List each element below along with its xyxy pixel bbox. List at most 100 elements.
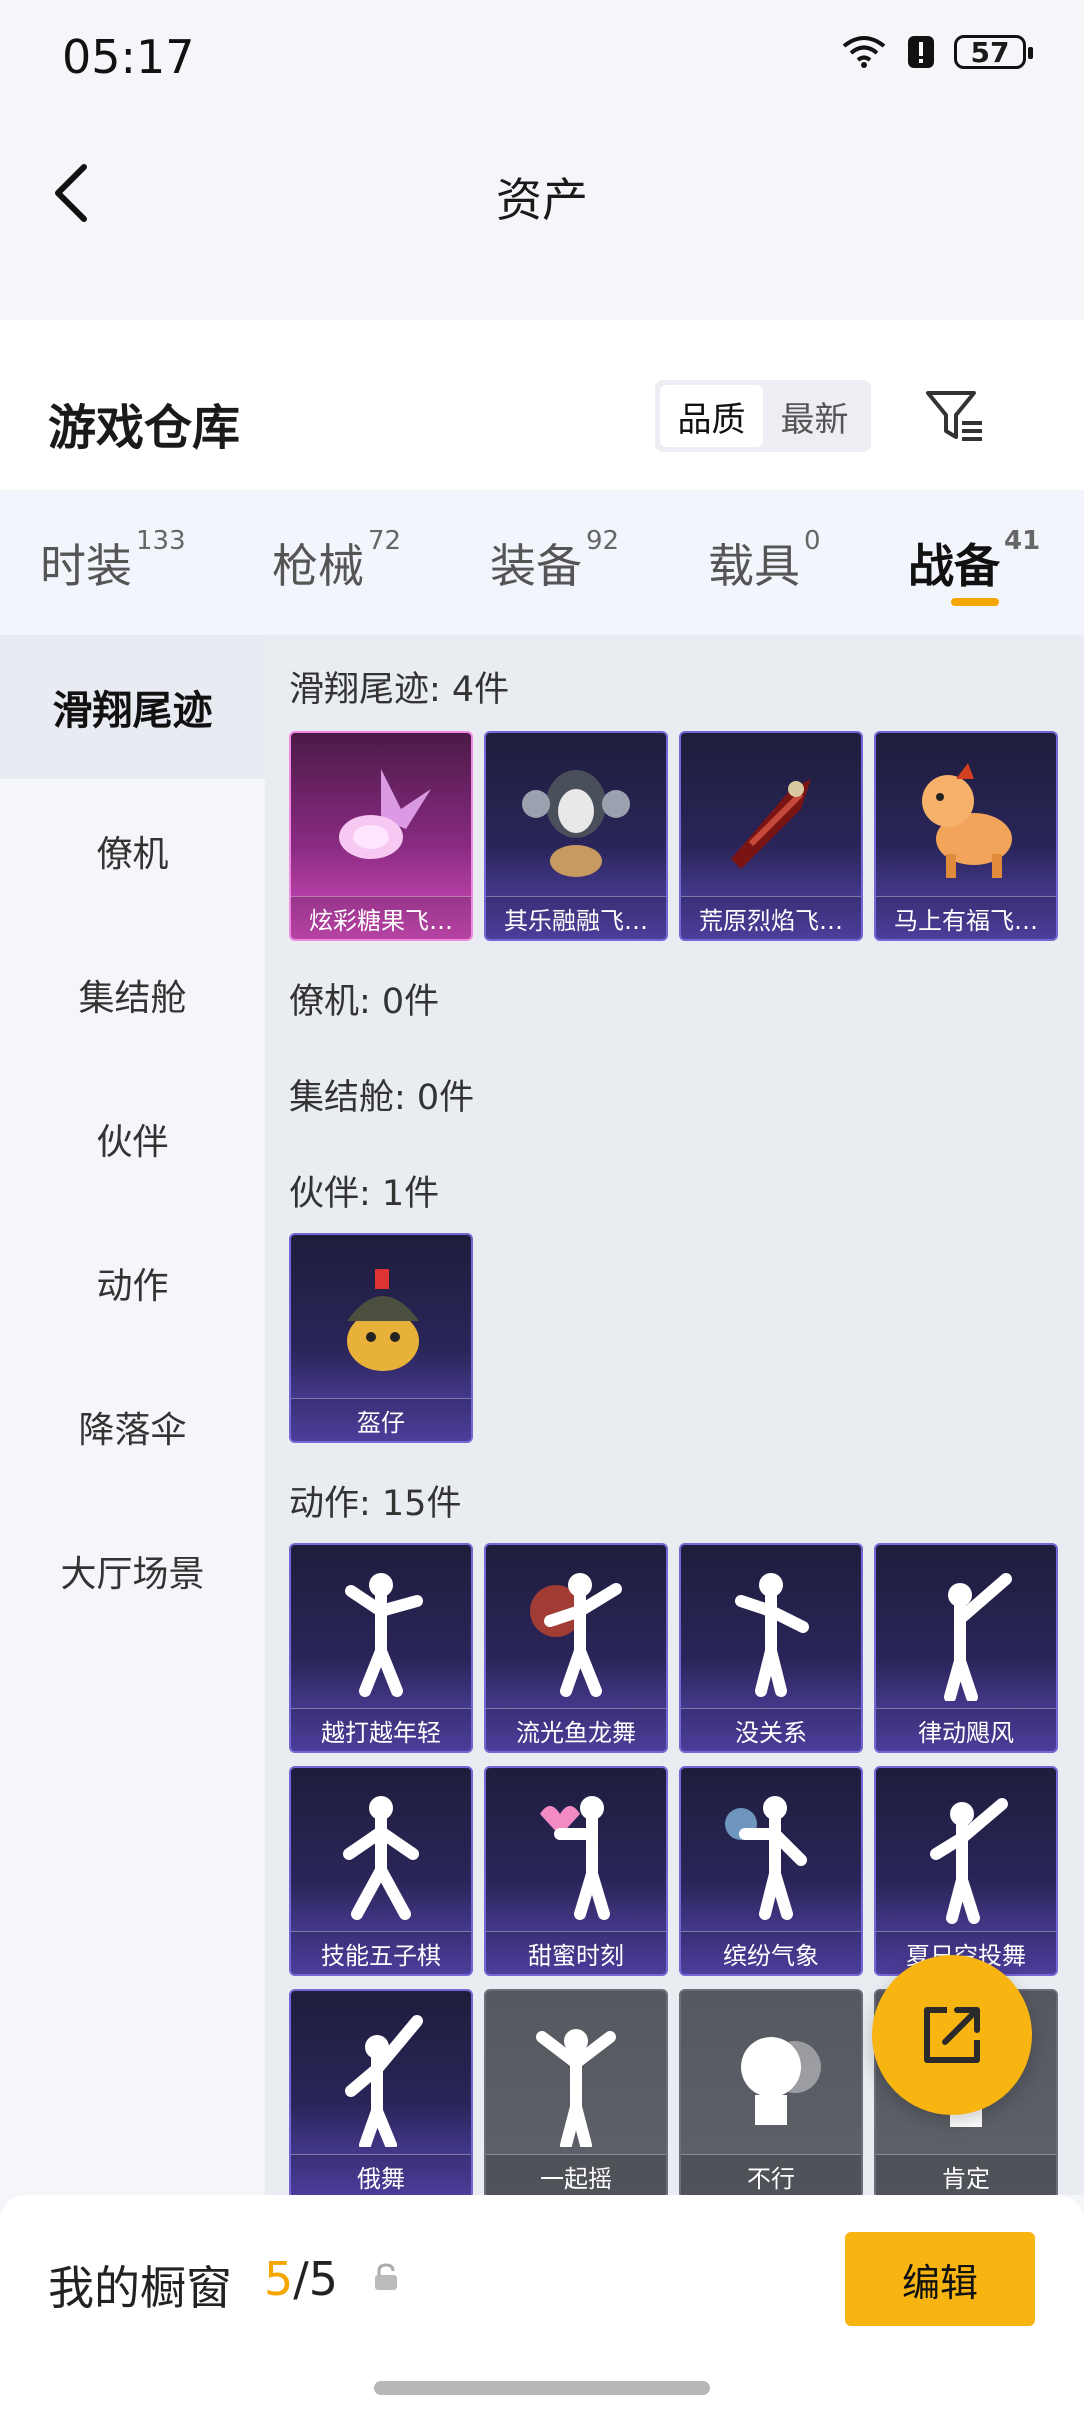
sort-newest-option[interactable]: 最新 <box>763 385 866 447</box>
item-name: 炫彩糖果飞… <box>309 906 453 935</box>
item-name: 技能五子棋 <box>321 1941 441 1970</box>
sidebar-item-rally-pod[interactable]: 集结舱 <box>0 923 265 1067</box>
item-card[interactable]: 技能五子棋 <box>289 1766 473 1976</box>
head-shake-art-icon <box>681 1997 861 2157</box>
share-button[interactable] <box>872 1955 1032 2115</box>
dancer-art-icon <box>486 1551 666 1711</box>
tab-count: 133 <box>136 526 186 556</box>
sidebar-item-partner[interactable]: 伙伴 <box>0 1067 265 1211</box>
flame-wing-art-icon <box>681 739 861 899</box>
sidebar-item-wingman[interactable]: 僚机 <box>0 779 265 923</box>
showcase-count: 5/5 <box>264 2252 338 2306</box>
edit-button[interactable]: 编辑 <box>845 2232 1035 2326</box>
dancer-art-icon <box>291 1551 471 1711</box>
helmet-chick-art-icon <box>291 1241 471 1401</box>
tab-count: 41 <box>1004 526 1041 556</box>
dancer-art-icon <box>291 1997 471 2157</box>
item-name: 不行 <box>747 2164 795 2193</box>
item-card[interactable]: 俄舞 <box>289 1989 473 2195</box>
sort-quality-option[interactable]: 品质 <box>660 385 763 447</box>
item-card[interactable]: 律动飓风 <box>874 1543 1058 1753</box>
section-header-wingman: 僚机: 0件 <box>289 982 440 1022</box>
battery-icon: 57 <box>954 35 1033 69</box>
item-card[interactable]: 甜蜜时刻 <box>484 1766 668 1976</box>
item-card[interactable]: 盔仔 <box>289 1233 473 1443</box>
item-name: 肯定 <box>942 2164 990 2193</box>
dancer-art-icon <box>681 1551 861 1711</box>
tab-fashion[interactable]: 时装 133 <box>40 526 186 596</box>
section-header-partner: 伙伴: 1件 <box>289 1174 440 1214</box>
tab-label: 时装 <box>40 539 132 593</box>
penguin-art-icon <box>486 739 666 899</box>
sidebar: 滑翔尾迹 僚机 集结舱 伙伴 动作 降落伞 大厅场景 <box>0 635 265 2195</box>
dancer-art-icon <box>291 1774 471 1934</box>
section-header-emote: 动作: 15件 <box>289 1484 462 1524</box>
tab-count: 92 <box>586 526 620 556</box>
item-card[interactable]: 夏日空投舞 <box>874 1766 1058 1976</box>
sidebar-item-glide-trail[interactable]: 滑翔尾迹 <box>0 635 265 779</box>
sidebar-item-emote[interactable]: 动作 <box>0 1211 265 1355</box>
item-name: 流光鱼龙舞 <box>516 1718 636 1747</box>
item-card[interactable]: 荒原烈焰飞… <box>679 731 863 941</box>
share-icon <box>924 2007 980 2063</box>
sort-toggle: 品质 最新 <box>655 380 871 452</box>
section-header-glide: 滑翔尾迹: 4件 <box>289 670 510 710</box>
item-card[interactable]: 没关系 <box>679 1543 863 1753</box>
candy-art-icon <box>291 739 471 899</box>
home-indicator[interactable] <box>374 2381 710 2395</box>
item-name: 律动飓风 <box>918 1718 1014 1747</box>
showcase-total: /5 <box>293 2252 339 2306</box>
item-name: 其乐融融飞… <box>504 906 648 935</box>
item-card[interactable]: 一起摇 <box>484 1989 668 2195</box>
dancer-art-icon <box>876 1774 1056 1934</box>
tab-label: 枪械 <box>272 539 364 593</box>
wifi-icon <box>840 34 888 70</box>
status-icons: 57 <box>840 34 1033 70</box>
page-title: 资产 <box>496 173 588 227</box>
tab-label: 装备 <box>490 539 582 593</box>
showcase-current: 5 <box>264 2252 294 2306</box>
item-card[interactable]: 不行 <box>679 1989 863 2195</box>
item-name: 马上有福飞… <box>894 906 1038 935</box>
tab-label: 战备 <box>908 539 1000 593</box>
item-name: 一起摇 <box>540 2164 612 2193</box>
item-card[interactable]: 流光鱼龙舞 <box>484 1543 668 1753</box>
warehouse-title: 游戏仓库 <box>48 400 241 456</box>
dancer-art-icon <box>876 1551 1056 1711</box>
tab-count: 0 <box>804 526 821 556</box>
showcase-label: 我的橱窗 <box>48 2261 232 2315</box>
dancer-art-icon <box>486 1997 666 2157</box>
item-card[interactable]: 越打越年轻 <box>289 1543 473 1753</box>
lock-icon <box>372 2262 400 2296</box>
dancer-art-icon <box>486 1774 666 1934</box>
status-time: 05:17 <box>62 30 195 84</box>
battery-level: 57 <box>970 35 1010 69</box>
status-bar: 05:17 57 <box>0 0 1084 110</box>
tab-equipment[interactable]: 装备 92 <box>490 526 619 596</box>
section-header-pod: 集结舱: 0件 <box>289 1078 475 1118</box>
item-card[interactable]: 马上有福飞… <box>874 731 1058 941</box>
filter-icon <box>926 391 982 441</box>
tab-battle-prep[interactable]: 战备 41 <box>908 526 1040 596</box>
item-name: 荒原烈焰飞… <box>699 906 843 935</box>
sidebar-item-parachute[interactable]: 降落伞 <box>0 1355 265 1499</box>
item-name: 盔仔 <box>357 1408 405 1437</box>
tab-vehicles[interactable]: 载具 0 <box>708 526 821 596</box>
item-name: 没关系 <box>735 1718 807 1747</box>
tab-weapons[interactable]: 枪械 72 <box>272 526 401 596</box>
item-name: 俄舞 <box>357 2164 405 2193</box>
alert-icon <box>906 34 936 70</box>
horse-art-icon <box>876 739 1056 899</box>
tab-count: 72 <box>368 526 402 556</box>
item-card[interactable]: 其乐融融飞… <box>484 731 668 941</box>
filter-button[interactable] <box>920 382 990 452</box>
sidebar-item-lobby-scene[interactable]: 大厅场景 <box>0 1499 265 1643</box>
item-card[interactable]: 缤纷气象 <box>679 1766 863 1976</box>
dancer-art-icon <box>681 1774 861 1934</box>
tab-label: 载具 <box>708 539 800 593</box>
item-name: 越打越年轻 <box>321 1718 441 1747</box>
item-name: 缤纷气象 <box>723 1941 819 1970</box>
category-tabs: 时装 133 枪械 72 装备 92 载具 0 战备 41 <box>0 490 1084 635</box>
item-card[interactable]: 炫彩糖果飞… <box>289 731 473 941</box>
active-tab-indicator <box>951 598 999 606</box>
